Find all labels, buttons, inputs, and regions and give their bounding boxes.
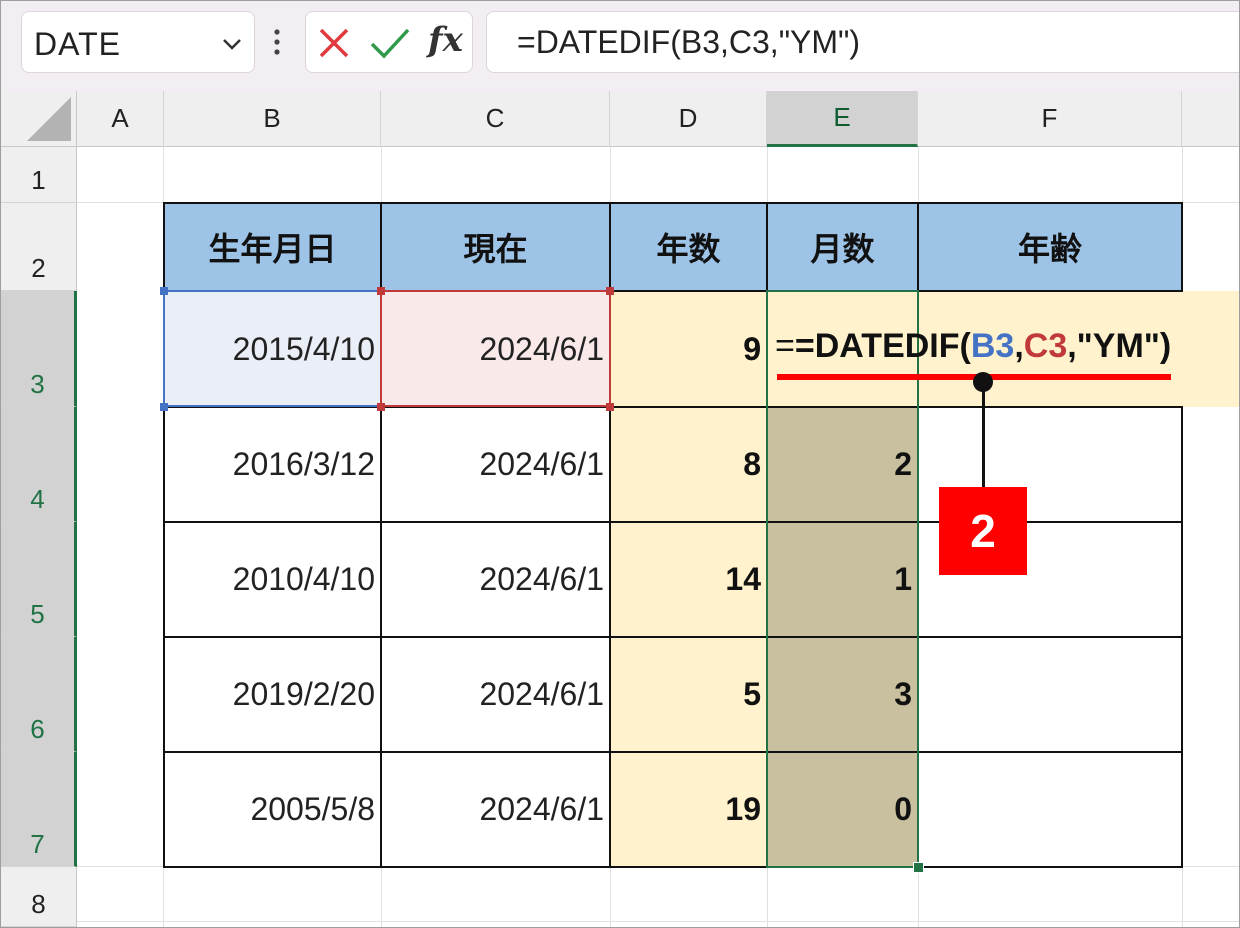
table-border [163,202,1183,204]
column-header-f[interactable]: F [918,91,1182,147]
formula-ref-b3: B3 [970,327,1015,365]
insert-function-button[interactable]: fx [428,20,463,60]
cell-b5[interactable]: 2010/4/10 [164,522,381,637]
cell-c7[interactable]: 2024/6/1 [381,752,610,867]
select-all-button[interactable] [1,91,77,147]
cell-c4[interactable]: 2024/6/1 [381,407,610,522]
formula-bar: DATE fx =DATEDIF(B3,C3,"YM") [1,1,1239,91]
column-header-g[interactable] [1182,91,1239,147]
row-header-1[interactable]: 1 [1,147,77,203]
row-header-2[interactable]: 2 [1,203,77,291]
header-months[interactable]: 月数 [767,203,918,291]
select-all-triangle-icon [27,97,71,141]
row-header-6[interactable]: 6 [1,637,77,752]
spreadsheet-window: DATE fx =DATEDIF(B3,C3,"YM") A B C D E F… [0,0,1240,928]
chevron-down-icon[interactable] [218,30,246,58]
column-header-c[interactable]: C [381,91,610,147]
cell-b7[interactable]: 2005/5/8 [164,752,381,867]
cell-d3-value: 9 [743,330,761,367]
column-header-b[interactable]: B [164,91,381,147]
reference-b3-box [163,290,382,407]
ref-handle[interactable] [377,287,385,295]
formula-fn: =DATEDIF( [794,327,971,365]
table-border [163,751,1183,753]
cell-c6[interactable]: 2024/6/1 [381,637,610,752]
name-box-value: DATE [34,26,121,62]
cross-icon[interactable] [316,25,352,61]
formula-input[interactable]: =DATEDIF(B3,C3,"YM") [486,11,1239,73]
column-header-d[interactable]: D [610,91,767,147]
reference-c3-box [380,290,611,407]
header-current[interactable]: 現在 [381,203,610,291]
row-header-8[interactable]: 8 [1,867,77,927]
cell-b6[interactable]: 2019/2/20 [164,637,381,752]
formula-sep: , [1014,327,1024,365]
check-icon[interactable] [368,24,412,62]
column-header-a[interactable]: A [77,91,164,147]
cell-e3-formula[interactable]: ==DATEDIF(B3,C3,"YM") [775,327,1171,366]
gridline [77,921,1239,922]
row-header-4[interactable]: 4 [1,407,77,522]
table-border [163,866,1183,868]
table-border [163,636,1183,638]
formula-rest: ,"YM") [1067,327,1172,365]
cell-d4[interactable]: 8 [610,407,767,522]
more-options-icon[interactable] [271,27,283,57]
fill-handle[interactable] [913,862,924,873]
formula-equals: = [775,327,795,365]
header-years[interactable]: 年数 [610,203,767,291]
column-header-e[interactable]: E [767,91,918,147]
row-header-7[interactable]: 7 [1,752,77,867]
cell-d7[interactable]: 19 [610,752,767,867]
callout-badge: 2 [939,487,1027,575]
ref-handle[interactable] [160,403,168,411]
annotation-line [982,382,985,488]
ref-handle[interactable] [160,287,168,295]
header-age[interactable]: 年齢 [918,203,1182,291]
row-header-5[interactable]: 5 [1,522,77,637]
cell-c5[interactable]: 2024/6/1 [381,522,610,637]
header-birthdate[interactable]: 生年月日 [164,203,381,291]
formula-ref-c3: C3 [1023,327,1068,365]
cell-b4[interactable]: 2016/3/12 [164,407,381,522]
cell-d6[interactable]: 5 [610,637,767,752]
formula-text: =DATEDIF(B3,C3,"YM") [517,24,861,60]
cell-d5[interactable]: 14 [610,522,767,637]
name-box[interactable]: DATE [21,11,255,73]
row-header-3[interactable]: 3 [1,291,77,407]
formula-buttons: fx [305,11,473,73]
ref-handle[interactable] [377,403,385,411]
table-border [163,521,1183,523]
